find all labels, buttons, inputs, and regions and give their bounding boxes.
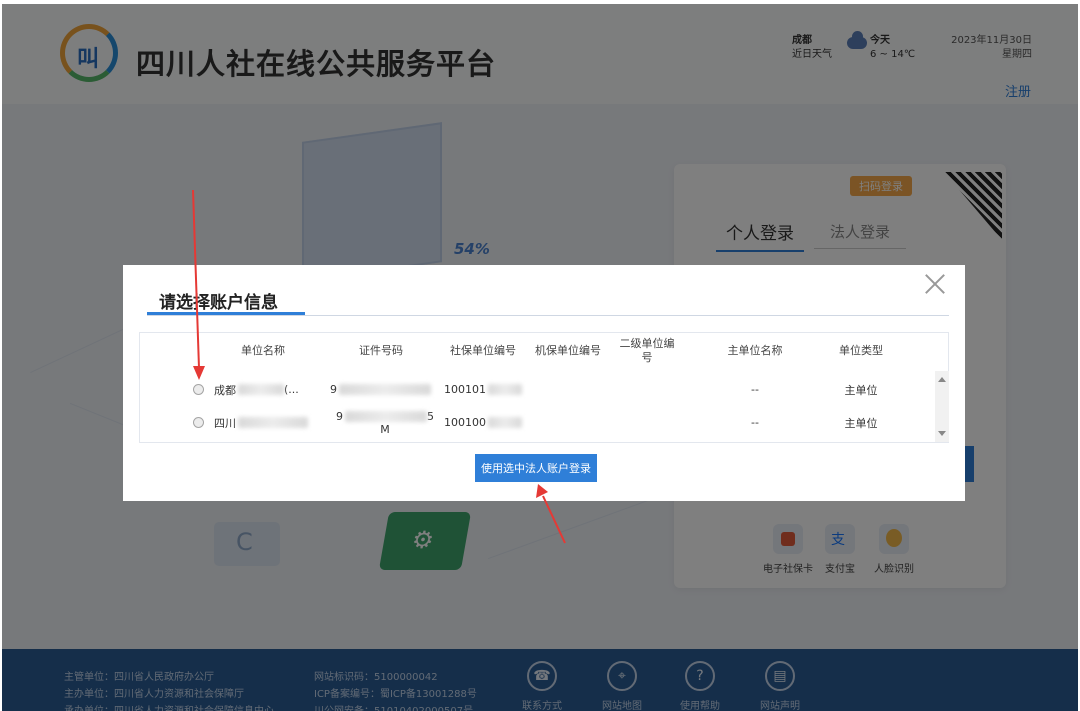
redacted-block xyxy=(345,410,427,422)
close-icon[interactable] xyxy=(922,271,948,297)
social-no-cell: 100100 xyxy=(444,406,534,439)
social-no: 100100 xyxy=(444,416,486,429)
cert-no: 9 xyxy=(330,383,337,396)
modal-title: 请选择账户信息 xyxy=(159,293,278,313)
scroll-down-icon[interactable] xyxy=(938,431,946,436)
cert-no-cell: 9 xyxy=(330,373,440,406)
unit-name-cell: 成都 (... xyxy=(214,373,324,406)
scroll-up-icon[interactable] xyxy=(938,377,946,382)
table-row[interactable]: 成都 (... 9 100101 -- 主单位 xyxy=(140,373,935,406)
row-radio[interactable] xyxy=(193,373,204,406)
col-header-cert-no: 证件号码 xyxy=(359,344,403,357)
main-name-cell: -- xyxy=(751,383,759,396)
cert-no: 9 xyxy=(336,409,343,423)
table-header: 单位名称 证件号码 社保单位编号 机保单位编号 二级单位编号 主单位名称 单位类… xyxy=(140,333,948,369)
unit-name: 四川 xyxy=(214,416,236,430)
cert-no-suffix: 5 xyxy=(427,409,434,423)
sub-no-cell xyxy=(616,373,678,406)
unit-type-cell: 主单位 xyxy=(844,383,878,397)
col-header-org-no: 机保单位编号 xyxy=(535,344,601,357)
modal-divider xyxy=(147,315,949,316)
account-select-modal: 请选择账户信息 单位名称 证件号码 社保单位编号 机保单位编号 二级单位编号 主… xyxy=(123,265,965,501)
cert-no-cell: 9 5 M xyxy=(330,406,440,439)
main-name-cell: -- xyxy=(751,416,759,429)
account-table: 单位名称 证件号码 社保单位编号 机保单位编号 二级单位编号 主单位名称 单位类… xyxy=(139,332,949,443)
redacted-block xyxy=(238,384,284,395)
radio-button[interactable] xyxy=(193,417,204,428)
table-row[interactable]: 四川 9 5 M 100100 -- 主单位 xyxy=(140,406,935,439)
row-radio[interactable] xyxy=(193,406,204,439)
unit-name-cell: 四川 xyxy=(214,406,324,439)
social-no: 100101 xyxy=(444,383,486,396)
org-no-cell xyxy=(526,406,610,439)
col-header-unit-name: 单位名称 xyxy=(241,344,285,357)
redacted-block xyxy=(339,384,431,395)
radio-button[interactable] xyxy=(193,384,204,395)
unit-type-cell: 主单位 xyxy=(844,416,878,430)
login-selected-account-button[interactable]: 使用选中法人账户登录 xyxy=(475,454,597,482)
cert-no-line2: M xyxy=(380,422,390,436)
col-header-sub-no: 二级单位编号 xyxy=(619,337,675,364)
col-header-main-name: 主单位名称 xyxy=(727,344,783,357)
col-header-social-no: 社保单位编号 xyxy=(450,344,516,357)
redacted-block xyxy=(488,417,522,428)
unit-name: 成都 xyxy=(214,383,236,397)
table-body: 成都 (... 9 100101 -- 主单位 四川 9 5 M 100100 … xyxy=(140,371,935,442)
social-no-cell: 100101 xyxy=(444,373,534,406)
sub-no-cell xyxy=(616,406,678,439)
table-scrollbar[interactable] xyxy=(935,371,949,442)
col-header-unit-type: 单位类型 xyxy=(839,344,883,357)
unit-name-suffix: (... xyxy=(284,383,299,396)
redacted-block xyxy=(238,417,308,428)
redacted-block xyxy=(488,384,522,395)
org-no-cell xyxy=(526,373,610,406)
